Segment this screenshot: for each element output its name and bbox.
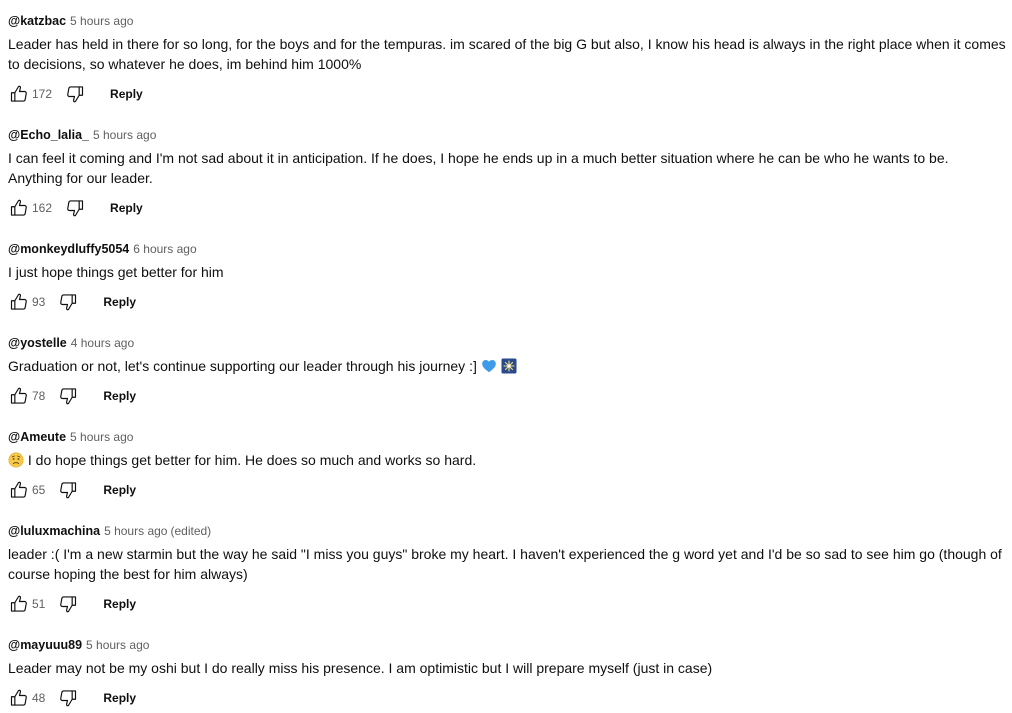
comment-item: @Ameute 5 hours ago I do hope things get … — [8, 428, 1006, 502]
comment-timestamp[interactable]: 5 hours ago — [70, 14, 133, 28]
comment-item: @yostelle 4 hours ago Graduation or not, … — [8, 334, 1006, 408]
dislike-button[interactable] — [57, 593, 79, 615]
comment-header: @katzbac 5 hours ago — [8, 12, 1006, 30]
comment-item: @luluxmachina 5 hours ago (edited) leader … — [8, 522, 1006, 616]
comment-body: I do hope things get better for him. He … — [8, 450, 1006, 470]
dislike-button[interactable] — [64, 197, 86, 219]
comment-text: I do hope things get better for him. He … — [27, 452, 477, 468]
reply-button[interactable]: Reply — [103, 691, 136, 705]
thumbs-up-icon — [10, 293, 27, 310]
like-button[interactable] — [8, 687, 30, 709]
reply-button[interactable]: Reply — [110, 201, 143, 215]
like-count: 51 — [32, 597, 46, 611]
comment-header: @mayuuu89 5 hours ago — [8, 636, 1006, 654]
thumbs-up-icon — [10, 689, 27, 706]
thumbs-down-icon — [67, 200, 84, 217]
comment-timestamp[interactable]: 5 hours ago — [104, 524, 167, 538]
comment-text: Graduation or not, let's continue suppor… — [8, 358, 477, 374]
comment-header: @luluxmachina 5 hours ago (edited) — [8, 522, 1006, 540]
thumbs-up-icon — [10, 85, 27, 102]
comment-timestamp[interactable]: 6 hours ago — [133, 242, 196, 256]
comment-timestamp[interactable]: 5 hours ago — [70, 430, 133, 444]
like-button[interactable] — [8, 197, 30, 219]
like-button[interactable] — [8, 291, 30, 313]
like-button[interactable] — [8, 385, 30, 407]
comment-text: Leader may not be my oshi but I do reall… — [8, 660, 713, 676]
comment-author[interactable]: @Ameute — [8, 430, 66, 444]
comment-actions: 93 Reply — [8, 290, 1006, 314]
dislike-button[interactable] — [57, 385, 79, 407]
like-count: 93 — [32, 295, 46, 309]
comment-text: I can feel it coming and I'm not sad abo… — [8, 150, 949, 186]
comment-author[interactable]: @katzbac — [8, 14, 66, 28]
reply-button[interactable]: Reply — [103, 295, 136, 309]
comment-author[interactable]: @luluxmachina — [8, 524, 100, 538]
thumbs-down-icon — [60, 596, 77, 613]
reply-button[interactable]: Reply — [103, 597, 136, 611]
thumbs-down-icon — [60, 388, 77, 405]
comment-timestamp[interactable]: 5 hours ago — [86, 638, 149, 652]
comment-actions: 65 Reply — [8, 478, 1006, 502]
like-button[interactable] — [8, 593, 30, 615]
thumbs-down-icon — [60, 482, 77, 499]
thumbs-up-icon — [10, 199, 27, 216]
comment-item: @monkeydluffy5054 6 hours ago I just hope… — [8, 240, 1006, 314]
like-count: 65 — [32, 483, 46, 497]
comment-text: Leader has held in there for so long, fo… — [8, 36, 1006, 72]
comment-actions: 162 Reply — [8, 196, 1006, 220]
comment-header: @Echo_lalia_ 5 hours ago — [8, 126, 1006, 144]
comment-actions: 51 Reply — [8, 592, 1006, 616]
dislike-button[interactable] — [57, 291, 79, 313]
comment-timestamp[interactable]: 4 hours ago — [71, 336, 134, 350]
like-count: 172 — [32, 87, 53, 101]
sparkler-emoji — [501, 358, 517, 374]
comment-body: Graduation or not, let's continue suppor… — [8, 356, 1006, 376]
comment-actions: 172 Reply — [8, 82, 1006, 106]
dislike-button[interactable] — [57, 479, 79, 501]
comment-header: @yostelle 4 hours ago — [8, 334, 1006, 352]
comment-text: leader :( I'm a new starmin but the way … — [8, 546, 1002, 582]
blue-heart-emoji — [481, 358, 497, 374]
reply-button[interactable]: Reply — [103, 483, 136, 497]
comment-author[interactable]: @yostelle — [8, 336, 67, 350]
comment-header: @Ameute 5 hours ago — [8, 428, 1006, 446]
comment-item: @katzbac 5 hours ago Leader has held in t… — [8, 12, 1006, 106]
comment-author[interactable]: @monkeydluffy5054 — [8, 242, 129, 256]
dislike-button[interactable] — [64, 83, 86, 105]
comment-author[interactable]: @mayuuu89 — [8, 638, 82, 652]
like-count: 78 — [32, 389, 46, 403]
dislike-button[interactable] — [57, 687, 79, 709]
comment-actions: 78 Reply — [8, 384, 1006, 408]
comment-author[interactable]: @Echo_lalia_ — [8, 128, 89, 142]
comment-timestamp[interactable]: 5 hours ago — [93, 128, 156, 142]
reply-button[interactable]: Reply — [103, 389, 136, 403]
thumbs-down-icon — [60, 294, 77, 311]
thumbs-up-icon — [10, 481, 27, 498]
comment-header: @monkeydluffy5054 6 hours ago — [8, 240, 1006, 258]
like-count: 48 — [32, 691, 46, 705]
like-button[interactable] — [8, 479, 30, 501]
thumbs-down-icon — [60, 690, 77, 707]
thumbs-up-icon — [10, 595, 27, 612]
reply-button[interactable]: Reply — [110, 87, 143, 101]
comment-item: @Echo_lalia_ 5 hours ago I can feel it co… — [8, 126, 1006, 220]
like-count: 162 — [32, 201, 53, 215]
thumbs-down-icon — [67, 86, 84, 103]
comment-text: I just hope things get better for him — [8, 264, 224, 280]
comment-item: @mayuuu89 5 hours ago Leader may not be m… — [8, 636, 1006, 710]
worried-face-emoji — [8, 452, 24, 468]
thumbs-up-icon — [10, 387, 27, 404]
edited-label: (edited) — [170, 524, 212, 538]
comment-actions: 48 Reply — [8, 686, 1006, 710]
like-button[interactable] — [8, 83, 30, 105]
